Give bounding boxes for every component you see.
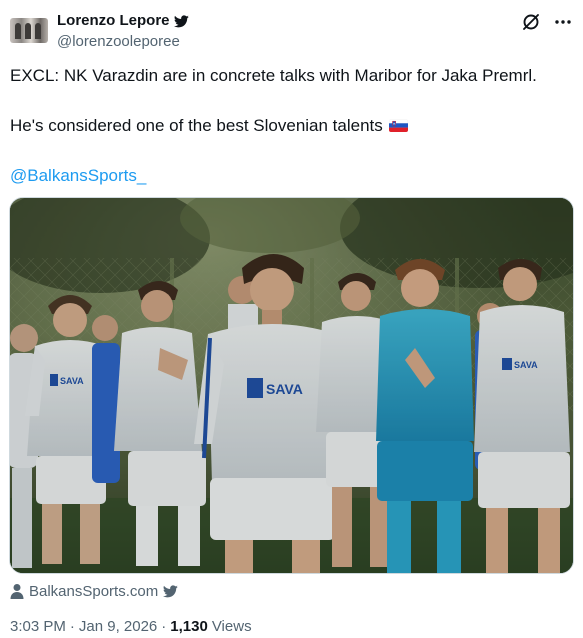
tweet-line-2-text: He's considered one of the best Slovenia… xyxy=(10,116,383,135)
author-names: Lorenzo Lepore @lorenzooleporee xyxy=(57,11,189,52)
tweet-date[interactable]: Jan 9, 2026 xyxy=(79,618,157,635)
slovenia-flag-icon xyxy=(388,119,408,132)
tweet-card: Lorenzo Lepore @lorenzooleporee EXCL: NK… xyxy=(0,0,583,638)
tweet-meta: 3:03 PM · Jan 9, 2026 · 1,130 Views xyxy=(10,616,252,636)
views-label: Views xyxy=(211,617,252,635)
views-count: 1,130 xyxy=(170,617,208,635)
mention-link[interactable]: @BalkansSports_ xyxy=(10,164,570,187)
tweet-text: EXCL: NK Varazdin are in concrete talks … xyxy=(10,64,570,187)
avatar[interactable] xyxy=(10,18,48,43)
tweet-photo[interactable]: SAVA SAVA SAVA xyxy=(9,197,574,574)
meta-separator-2: · xyxy=(161,617,167,635)
author-display-name[interactable]: Lorenzo Lepore xyxy=(57,11,189,31)
tweet-time[interactable]: 3:03 PM xyxy=(10,618,66,635)
header-actions xyxy=(521,12,573,32)
tweet-line-1: EXCL: NK Varazdin are in concrete talks … xyxy=(10,66,537,85)
source-name[interactable]: BalkansSports.com xyxy=(29,583,158,600)
twitter-bird-icon xyxy=(163,584,178,597)
author-handle[interactable]: @lorenzooleporee xyxy=(57,32,189,52)
tweet-header: Lorenzo Lepore @lorenzooleporee xyxy=(10,10,573,54)
tweet-line-2: He's considered one of the best Slovenia… xyxy=(10,114,570,137)
grok-icon[interactable] xyxy=(521,12,541,32)
twitter-bird-icon xyxy=(173,14,189,27)
author-name-text: Lorenzo Lepore xyxy=(57,12,170,29)
more-icon[interactable] xyxy=(553,12,573,32)
person-icon xyxy=(10,584,24,599)
meta-separator-1: · xyxy=(69,617,75,635)
media-source[interactable]: BalkansSports.com xyxy=(10,581,178,601)
team-photo: SAVA SAVA SAVA xyxy=(10,198,573,573)
